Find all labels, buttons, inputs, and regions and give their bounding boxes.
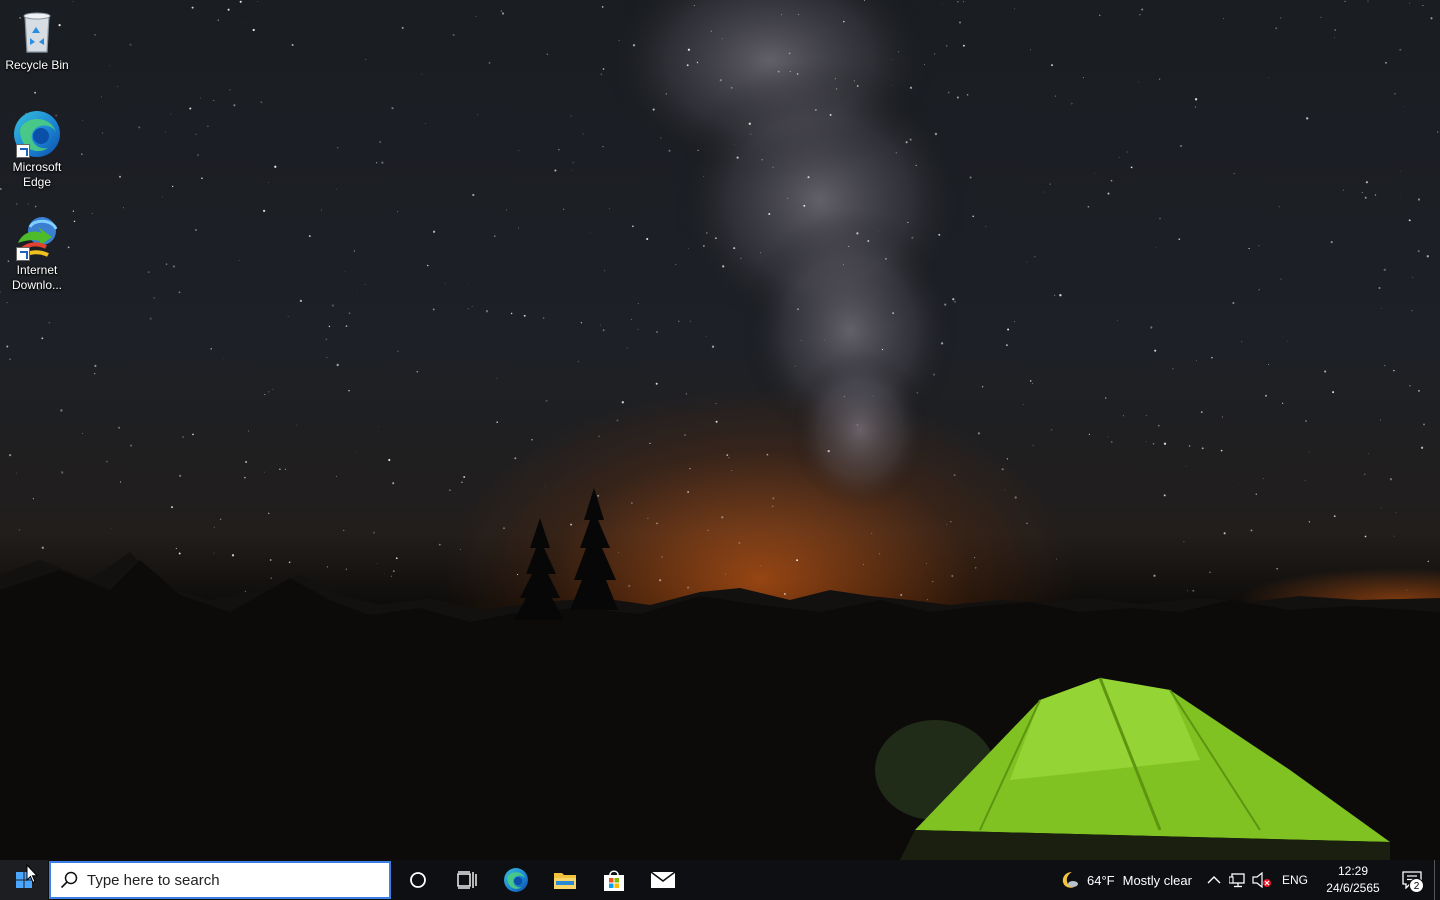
network-button[interactable] bbox=[1226, 860, 1250, 900]
search-input[interactable] bbox=[87, 871, 377, 889]
show-hidden-icons-button[interactable] bbox=[1202, 860, 1226, 900]
pine-trees bbox=[514, 488, 618, 620]
cortana-button[interactable] bbox=[393, 860, 442, 900]
internet-download-manager-icon bbox=[12, 213, 62, 261]
desktop-wallpaper bbox=[0, 0, 1440, 860]
chevron-up-icon bbox=[1207, 876, 1221, 884]
desktop-icon-internet-download-manager[interactable]: Internet Downlo... bbox=[2, 213, 72, 293]
edge-icon bbox=[503, 868, 528, 892]
input-language-indicator[interactable]: ENG bbox=[1274, 873, 1316, 887]
envelope-icon bbox=[650, 871, 675, 888]
clock-time: 12:29 bbox=[1337, 864, 1369, 878]
task-view-button[interactable] bbox=[442, 860, 491, 900]
system-tray: 64°F Mostly clear ENG 12:29 24/6/2565 2 bbox=[1051, 860, 1440, 900]
notification-count-badge: 2 bbox=[1409, 878, 1424, 893]
action-center-button[interactable]: 2 bbox=[1390, 860, 1434, 900]
taskbar: 64°F Mostly clear ENG 12: bbox=[0, 860, 1440, 900]
taskbar-microsoft-edge[interactable] bbox=[491, 860, 540, 900]
volume-button[interactable] bbox=[1250, 860, 1274, 900]
volume-muted-icon bbox=[1252, 872, 1271, 888]
weather-temperature: 64°F bbox=[1087, 872, 1115, 888]
edge-icon bbox=[12, 110, 62, 158]
taskbar-file-explorer[interactable] bbox=[540, 860, 589, 900]
search-box[interactable] bbox=[49, 861, 391, 899]
start-button[interactable] bbox=[0, 860, 48, 900]
clock-date: 24/6/2565 bbox=[1326, 881, 1380, 895]
recycle-bin-icon bbox=[12, 8, 62, 56]
network-icon bbox=[1228, 873, 1245, 888]
desktop-icon-label: Internet Downlo... bbox=[11, 263, 63, 292]
desktop-icon-label: Microsoft Edge bbox=[12, 160, 62, 189]
search-icon bbox=[51, 871, 87, 889]
moon-icon bbox=[1062, 872, 1079, 888]
show-desktop-button[interactable] bbox=[1434, 860, 1440, 900]
store-bag-icon bbox=[603, 870, 624, 891]
task-view-icon bbox=[456, 871, 477, 889]
circle-icon bbox=[409, 872, 426, 888]
taskbar-microsoft-store[interactable] bbox=[589, 860, 638, 900]
folder-icon bbox=[553, 873, 576, 889]
desktop-icon-recycle-bin[interactable]: Recycle Bin bbox=[2, 8, 72, 73]
desktop-icon-label: Recycle Bin bbox=[5, 58, 69, 72]
clock[interactable]: 12:29 24/6/2565 bbox=[1316, 863, 1390, 897]
mouse-cursor-icon bbox=[26, 864, 38, 884]
mountain-landscape bbox=[0, 488, 1440, 860]
shortcut-arrow-icon bbox=[16, 247, 30, 261]
shortcut-arrow-icon bbox=[16, 144, 30, 158]
taskbar-mail[interactable] bbox=[638, 860, 687, 900]
weather-widget[interactable]: 64°F Mostly clear bbox=[1051, 860, 1202, 900]
desktop-icon-microsoft-edge[interactable]: Microsoft Edge bbox=[2, 110, 72, 190]
weather-condition: Mostly clear bbox=[1122, 872, 1192, 888]
